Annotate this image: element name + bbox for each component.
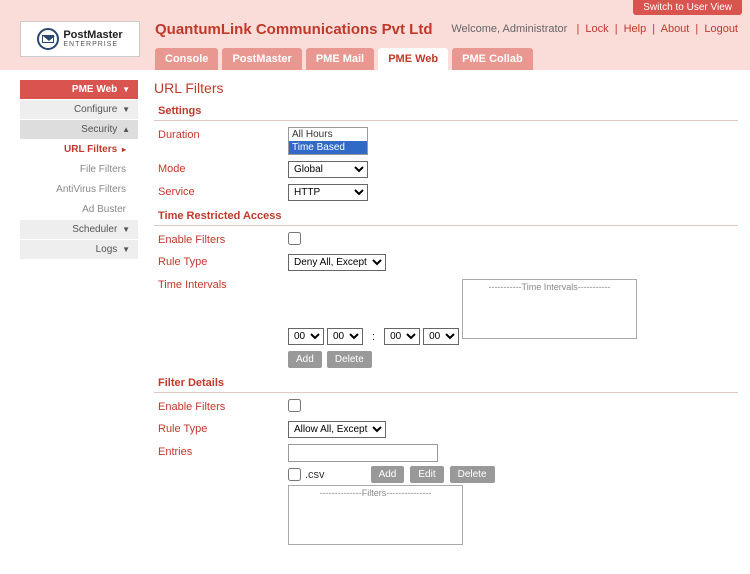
- time-start-hour[interactable]: 00: [288, 328, 324, 345]
- chevron-down-icon: ▼: [122, 85, 130, 94]
- tab-postmaster[interactable]: PostMaster: [222, 48, 301, 70]
- page-title: URL Filters: [154, 80, 738, 96]
- time-separator: :: [372, 331, 375, 343]
- tab-pme-mail[interactable]: PME Mail: [306, 48, 374, 70]
- sidebar-scheduler[interactable]: Scheduler ▼: [20, 220, 138, 240]
- time-end-hour[interactable]: 00: [384, 328, 420, 345]
- label-entries: Entries: [158, 444, 288, 458]
- time-start-min[interactable]: 00: [327, 328, 363, 345]
- enable-filters-checkbox-2[interactable]: [288, 399, 301, 412]
- envelope-icon: [37, 28, 59, 50]
- csv-checkbox[interactable]: [288, 468, 301, 481]
- rule-type-filter-select[interactable]: Allow All, Except: [288, 421, 386, 438]
- duration-opt-time-based[interactable]: Time Based: [289, 141, 367, 154]
- service-select[interactable]: HTTP: [288, 184, 368, 201]
- sidebar-configure[interactable]: Configure ▼: [20, 100, 138, 120]
- about-link[interactable]: About: [661, 23, 690, 35]
- logo-subtext: ENTERPRISE: [63, 41, 122, 48]
- label-rule-type-1: Rule Type: [158, 254, 288, 268]
- help-link[interactable]: Help: [624, 23, 647, 35]
- entries-edit-button[interactable]: Edit: [410, 466, 443, 483]
- filters-box[interactable]: [288, 485, 463, 545]
- sidebar-item-antivirus-filters[interactable]: AntiVirus Filters: [20, 180, 138, 200]
- welcome-bar: Welcome, Administrator | Lock | Help | A…: [451, 23, 738, 35]
- sidebar-logs[interactable]: Logs ▼: [20, 240, 138, 260]
- sidebar-item-url-filters[interactable]: URL Filters ▸: [20, 140, 138, 160]
- label-mode: Mode: [158, 161, 288, 175]
- time-delete-button[interactable]: Delete: [327, 351, 372, 368]
- label-enable-filters-1: Enable Filters: [158, 232, 288, 246]
- sidebar-main[interactable]: PME Web ▼: [20, 80, 138, 100]
- label-enable-filters-2: Enable Filters: [158, 399, 288, 413]
- company-name: QuantumLink Communications Pvt Ltd: [155, 21, 433, 38]
- time-add-button[interactable]: Add: [288, 351, 322, 368]
- section-filter-details: Filter Details: [154, 374, 738, 393]
- csv-label: .csv: [305, 469, 325, 481]
- label-rule-type-2: Rule Type: [158, 421, 288, 435]
- logout-link[interactable]: Logout: [704, 23, 738, 35]
- lock-link[interactable]: Lock: [585, 23, 608, 35]
- time-end-min[interactable]: 00: [423, 328, 459, 345]
- logo-text: PostMaster: [63, 30, 122, 41]
- enable-filters-checkbox-1[interactable]: [288, 232, 301, 245]
- logo: PostMaster ENTERPRISE: [20, 21, 140, 57]
- duration-listbox[interactable]: All Hours Time Based: [288, 127, 368, 155]
- section-settings: Settings: [154, 102, 738, 121]
- chevron-down-icon: ▼: [122, 225, 130, 234]
- entries-add-button[interactable]: Add: [371, 466, 405, 483]
- mode-select[interactable]: Global: [288, 161, 368, 178]
- label-service: Service: [158, 184, 288, 198]
- sidebar-item-ad-buster[interactable]: Ad Buster: [20, 200, 138, 220]
- entries-delete-button[interactable]: Delete: [450, 466, 495, 483]
- main-tabs: Console PostMaster PME Mail PME Web PME …: [155, 48, 738, 70]
- tab-pme-collab[interactable]: PME Collab: [452, 48, 533, 70]
- chevron-down-icon: ▼: [122, 245, 130, 254]
- label-duration: Duration: [158, 127, 288, 141]
- entries-input[interactable]: [288, 444, 438, 462]
- sidebar: PME Web ▼ Configure ▼ Security ▲ URL Fil…: [20, 80, 138, 554]
- label-time-intervals: Time Intervals: [158, 277, 288, 291]
- chevron-up-icon: ▲: [122, 125, 130, 134]
- section-time-restricted: Time Restricted Access: [154, 207, 738, 226]
- chevron-right-icon: ▸: [122, 145, 126, 154]
- tab-pme-web[interactable]: PME Web: [378, 48, 448, 70]
- time-intervals-box[interactable]: [462, 279, 637, 339]
- switch-user-button[interactable]: Switch to User View: [633, 0, 742, 15]
- sidebar-security[interactable]: Security ▲: [20, 120, 138, 140]
- duration-opt-all-hours[interactable]: All Hours: [289, 128, 367, 141]
- sidebar-item-file-filters[interactable]: File Filters: [20, 160, 138, 180]
- tab-console[interactable]: Console: [155, 48, 218, 70]
- rule-type-time-select[interactable]: Deny All, Except: [288, 254, 386, 271]
- chevron-down-icon: ▼: [122, 105, 130, 114]
